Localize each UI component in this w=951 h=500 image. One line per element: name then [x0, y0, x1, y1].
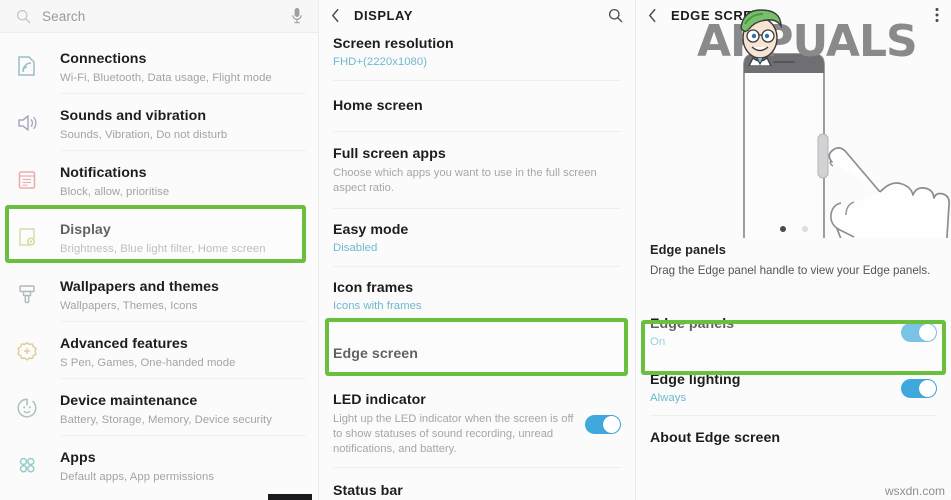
search-icon: [16, 9, 31, 24]
settings-item-sounds-and-vibration[interactable]: Sounds and vibration Sounds, Vibration, …: [0, 94, 318, 151]
edge-screen-header: EDGE SCREEN: [636, 0, 951, 30]
settings-item-device-maintenance[interactable]: Device maintenance Battery, Storage, Mem…: [0, 379, 318, 436]
page-indicator-dots: [636, 226, 951, 232]
notifications-icon: [14, 167, 40, 193]
settings-item-wallpapers-and-themes[interactable]: Wallpapers and themes Wallpapers, Themes…: [0, 265, 318, 322]
display-items-list: Screen resolution FHD+(2220x1080) Home s…: [319, 30, 635, 500]
settings-item-title: Notifications: [60, 165, 147, 181]
settings-item-subtitle: Default apps, App permissions: [60, 471, 215, 483]
settings-item-subtitle: Battery, Storage, Memory, Device securit…: [60, 414, 272, 426]
item-title: Home screen: [333, 98, 423, 114]
settings-item-subtitle: Block, allow, prioritise: [60, 186, 170, 198]
edge-screen-panel: EDGE SCREEN Edge panels Drag the Edge pa…: [635, 0, 951, 500]
display-item-edge-screen[interactable]: Edge screen: [319, 325, 635, 382]
item-title: Edge screen: [333, 346, 418, 362]
item-title: Icon frames: [333, 280, 414, 296]
device-maintenance-icon: [14, 395, 40, 421]
search-bar[interactable]: Search: [0, 0, 318, 33]
edge-screen-items-list: Edge panels On Edge lighting Always Abou…: [636, 304, 951, 458]
display-item-full-screen-apps[interactable]: Full screen apps Choose which apps you w…: [319, 132, 635, 209]
settings-item-title: Wallpapers and themes: [60, 279, 219, 295]
settings-item-connections[interactable]: Connections Wi-Fi, Bluetooth, Data usage…: [0, 37, 318, 94]
display-item-home-screen[interactable]: Home screen: [319, 81, 635, 132]
speaker-icon: [14, 110, 40, 136]
settings-items-list: Connections Wi-Fi, Bluetooth, Data usage…: [0, 33, 318, 493]
settings-item-title: Sounds and vibration: [60, 108, 207, 124]
item-title: Edge lighting: [650, 372, 741, 388]
item-value: Disabled: [333, 242, 378, 254]
back-chevron-icon[interactable]: [331, 8, 340, 23]
settings-item-display[interactable]: Display Brightness, Blue light filter, H…: [0, 208, 318, 265]
settings-item-notifications[interactable]: Notifications Block, allow, prioritise: [0, 151, 318, 208]
search-icon[interactable]: [608, 8, 623, 23]
overflow-menu-icon[interactable]: [935, 7, 939, 23]
display-item-screen-resolution[interactable]: Screen resolution FHD+(2220x1080): [319, 30, 635, 81]
item-title: LED indicator: [333, 392, 426, 408]
paintbrush-icon: [14, 281, 40, 307]
item-description: Light up the LED indicator when the scre…: [333, 413, 574, 455]
display-settings-panel: DISPLAY Screen resolution FHD+(2220x1080…: [318, 0, 635, 500]
display-item-led-indicator[interactable]: LED indicator Light up the LED indicator…: [319, 382, 635, 468]
caption-title: Edge panels: [650, 242, 726, 257]
toggle-knob: [919, 323, 936, 341]
display-item-easy-mode[interactable]: Easy mode Disabled: [319, 209, 635, 267]
settings-item-title: Device maintenance: [60, 393, 198, 409]
settings-item-subtitle: Brightness, Blue light filter, Home scre…: [60, 243, 266, 255]
toggle-knob: [919, 379, 936, 397]
search-input[interactable]: Search: [42, 9, 291, 24]
edge-panel-hand-illustration: [636, 30, 951, 264]
triple-screenshot-composite: Search Connections Wi-Fi, Bluetooth, Dat…: [0, 0, 951, 500]
page-dot-inactive[interactable]: [801, 226, 808, 232]
settings-item-title: Apps: [60, 450, 96, 466]
display-item-status-bar[interactable]: Status bar: [319, 468, 635, 500]
microphone-icon[interactable]: [291, 7, 304, 25]
display-item-icon-frames[interactable]: Icon frames Icons with frames: [319, 267, 635, 325]
caption-description: Drag the Edge panel handle to view your …: [650, 264, 931, 277]
item-title: About Edge screen: [650, 430, 781, 446]
settings-item-subtitle: Sounds, Vibration, Do not disturb: [60, 129, 228, 141]
edge-item-edge-lighting[interactable]: Edge lighting Always: [636, 360, 951, 416]
display-header: DISPLAY: [319, 0, 635, 30]
item-title: Status bar: [333, 483, 403, 499]
connections-icon: [14, 53, 40, 79]
item-description: Choose which apps you want to use in the…: [333, 167, 597, 194]
edge-lighting-toggle[interactable]: [901, 378, 937, 398]
settings-item-subtitle: Wallpapers, Themes, Icons: [60, 300, 198, 312]
item-title: Full screen apps: [333, 146, 446, 162]
settings-main-panel: Search Connections Wi-Fi, Bluetooth, Dat…: [0, 0, 318, 500]
settings-item-title: Display: [60, 222, 111, 238]
settings-item-title: Advanced features: [60, 336, 188, 352]
item-title: Screen resolution: [333, 36, 454, 52]
item-value: Always: [650, 392, 687, 404]
page-title: EDGE SCREEN: [671, 7, 772, 23]
settings-item-apps[interactable]: Apps Default apps, App permissions: [0, 436, 318, 493]
edge-panels-caption: Edge panels Drag the Edge panel handle t…: [636, 238, 951, 278]
item-value: Icons with frames: [333, 300, 422, 312]
toggle-knob: [603, 415, 620, 433]
apps-grid-icon: [14, 452, 40, 478]
settings-item-subtitle: S Pen, Games, One-handed mode: [60, 357, 236, 369]
settings-item-title: Connections: [60, 51, 147, 67]
edge-item-about-edge-screen[interactable]: About Edge screen: [636, 416, 951, 458]
page-dot-active[interactable]: [779, 226, 786, 232]
item-value: FHD+(2220x1080): [333, 56, 428, 68]
edge-item-edge-panels[interactable]: Edge panels On: [636, 304, 951, 360]
led-indicator-toggle[interactable]: [585, 414, 621, 434]
item-value: On: [650, 336, 666, 348]
display-icon: [14, 224, 40, 250]
nav-bar-hint: [268, 494, 312, 500]
back-chevron-icon[interactable]: [648, 8, 657, 23]
item-title: Easy mode: [333, 222, 409, 238]
item-title: Edge panels: [650, 316, 735, 332]
settings-item-advanced-features[interactable]: Advanced features S Pen, Games, One-hand…: [0, 322, 318, 379]
page-title: DISPLAY: [354, 7, 413, 23]
advanced-features-icon: [14, 338, 40, 364]
edge-panels-toggle[interactable]: [901, 322, 937, 342]
wsxdn-watermark: wsxdn.com: [884, 484, 945, 498]
settings-item-subtitle: Wi-Fi, Bluetooth, Data usage, Flight mod…: [60, 72, 272, 84]
